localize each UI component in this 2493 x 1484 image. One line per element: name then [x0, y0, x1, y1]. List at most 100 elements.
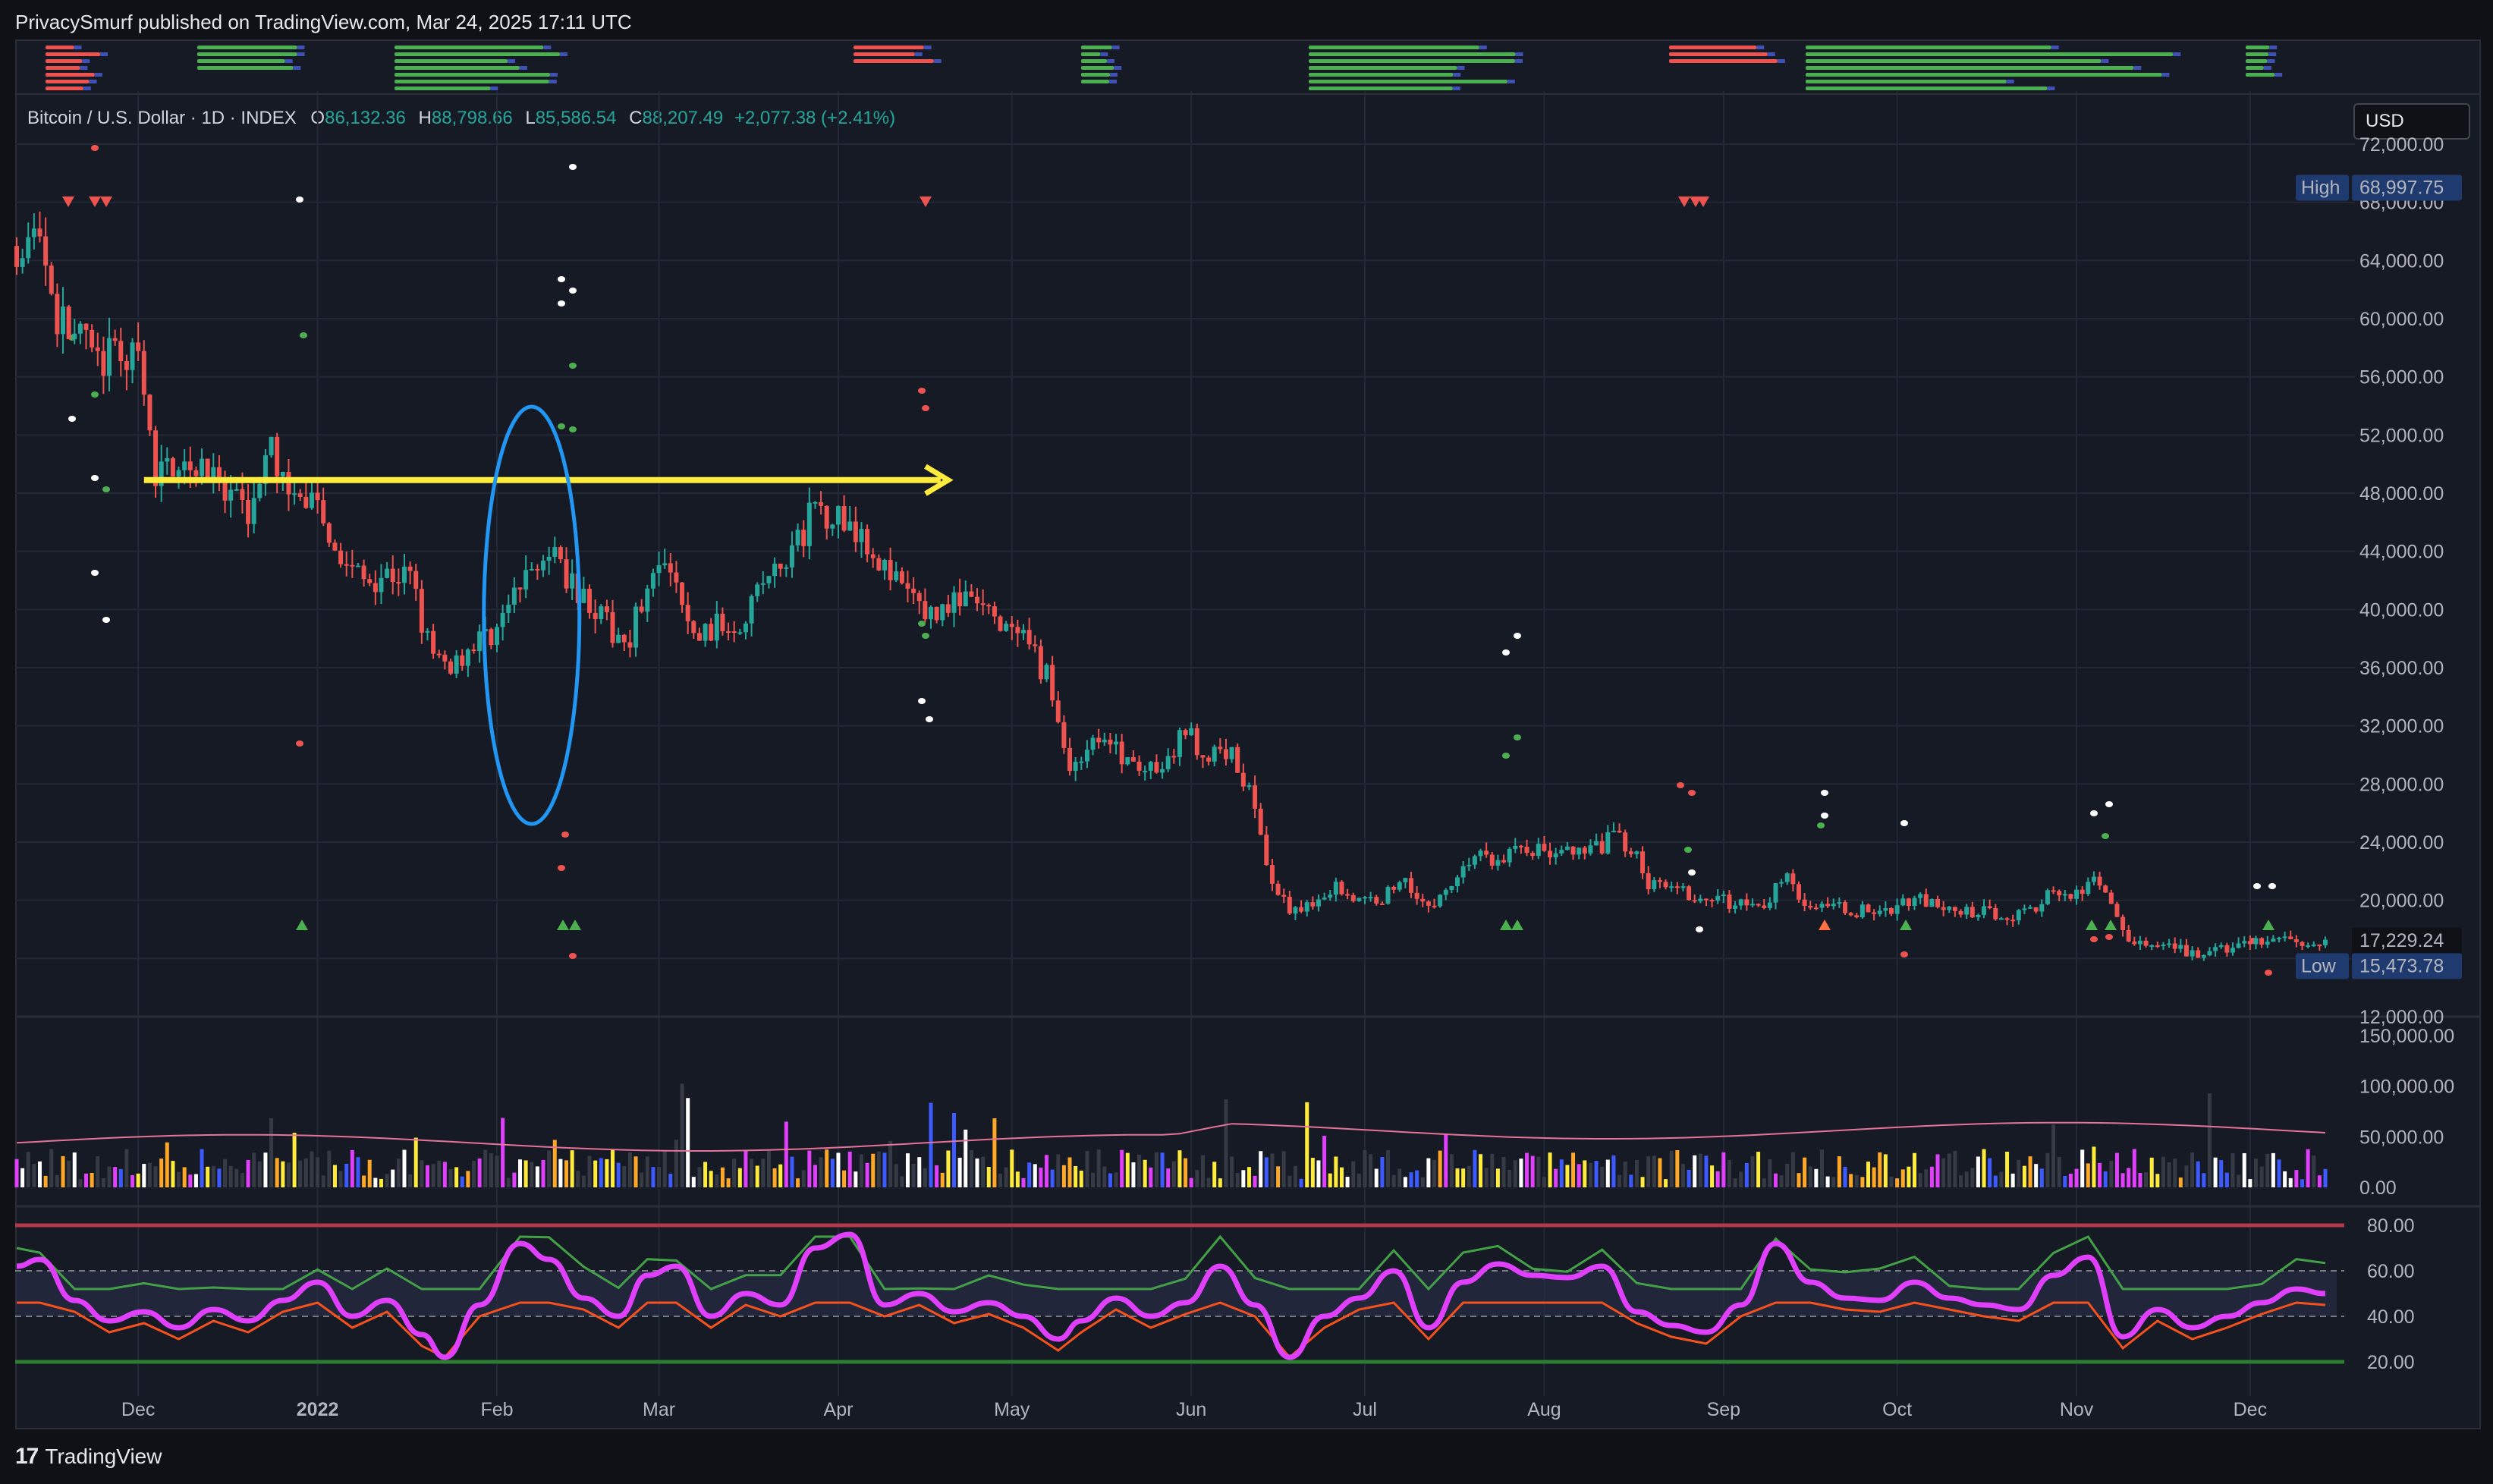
candle-body: [2196, 950, 2201, 958]
candle-body: [2016, 910, 2021, 921]
volume-bar: [2005, 1152, 2010, 1187]
volume-bar: [1490, 1153, 1495, 1187]
volume-bar: [1600, 1166, 1605, 1187]
candle-body: [541, 561, 546, 571]
strip-bar-tip: [2267, 59, 2275, 63]
volume-bar: [61, 1155, 65, 1187]
strip-bar-tip: [1107, 59, 1115, 63]
candle-body: [1269, 865, 1275, 884]
candle-body: [2010, 920, 2016, 922]
strip-bar: [854, 52, 915, 56]
candle-body: [1663, 882, 1668, 888]
volume-bar: [1507, 1169, 1512, 1187]
price-tick-label: 44,000.00: [2359, 542, 2444, 563]
volume-bar: [1218, 1178, 1222, 1187]
candle-body: [2271, 939, 2276, 942]
footer-brand[interactable]: 17 TradingView: [15, 1442, 162, 1472]
volume-bar: [1397, 1168, 1402, 1187]
volume-bar: [413, 1137, 418, 1187]
candle-body: [639, 606, 644, 612]
volume-bar: [1438, 1150, 1442, 1187]
volume-bar: [1189, 1177, 1193, 1187]
candle-body: [1703, 898, 1709, 901]
candle-body: [1460, 866, 1466, 878]
volume-bar: [1907, 1166, 1911, 1187]
strip-bar-tip: [94, 73, 102, 77]
volume-bar: [1212, 1162, 1217, 1187]
volume-bar: [1495, 1168, 1500, 1187]
volume-bar: [715, 1174, 719, 1187]
strip-bar: [46, 73, 95, 77]
volume-bar: [1583, 1160, 1587, 1187]
candle-body: [1524, 847, 1529, 854]
strip-bar-tip: [1515, 52, 1523, 56]
candle-body: [870, 554, 876, 558]
strip-bar-tip: [2173, 52, 2181, 56]
candle-body: [1391, 886, 1397, 890]
candle-body: [2282, 936, 2287, 939]
candle-body: [1409, 878, 1414, 893]
volume-bar: [90, 1172, 94, 1187]
candle-body: [656, 565, 662, 574]
candle-body: [1339, 882, 1344, 894]
candle-body: [1079, 761, 1084, 763]
candle-body: [1680, 886, 1686, 888]
candle-body: [1177, 730, 1182, 757]
signal-dot: [1502, 649, 1510, 656]
volume-bar: [726, 1178, 731, 1187]
candle-body: [558, 547, 563, 560]
strip-bar-tip: [2269, 46, 2278, 49]
candle-body: [819, 501, 824, 506]
candle-body: [1935, 899, 1941, 907]
candle-body: [61, 307, 66, 335]
candle-body: [1061, 722, 1067, 748]
candle-body: [1432, 905, 1437, 907]
volume-bar: [367, 1159, 372, 1187]
volume-bar: [1739, 1171, 1743, 1187]
candle-body: [2149, 945, 2155, 948]
up-triangle-marker: [2086, 920, 2098, 930]
candle-body: [1559, 850, 1564, 854]
volume-bar: [1577, 1164, 1581, 1187]
strip-bar: [1806, 80, 2007, 83]
candle-body: [1223, 749, 1228, 759]
volume-bar: [616, 1162, 621, 1187]
strip-bar-tip: [297, 52, 305, 56]
volume-bar: [1854, 1174, 1859, 1187]
volume-bar: [118, 1168, 123, 1187]
volume-bar: [2219, 1160, 2224, 1187]
candle-body: [766, 576, 772, 583]
chart-svg[interactable]: 72,000.0068,000.0064,000.0060,000.0056,0…: [0, 0, 2493, 1484]
rsi-pane: [15, 1223, 2344, 1364]
volume-bar: [923, 1168, 927, 1187]
candle-body: [182, 461, 187, 470]
strip-bar: [1806, 59, 2102, 63]
volume-bar: [1125, 1152, 1130, 1187]
volume-bar: [84, 1173, 89, 1187]
volume-bar: [674, 1140, 678, 1187]
volume-pane: [14, 1083, 2328, 1187]
volume-bar: [558, 1159, 563, 1187]
volume-bar: [1345, 1177, 1350, 1187]
candle-body: [806, 502, 812, 546]
candle-body: [1472, 856, 1477, 865]
volume-bar: [587, 1155, 592, 1187]
candle-body: [1368, 897, 1373, 899]
candle-body: [633, 606, 639, 648]
candle-body: [1518, 845, 1523, 847]
candle-body: [228, 489, 234, 501]
volume-bar: [1964, 1171, 1969, 1187]
volume-bar: [1988, 1158, 1992, 1187]
volume-bar: [1276, 1166, 1281, 1187]
time-tick-label: Dec: [121, 1399, 155, 1420]
candle-body: [1328, 894, 1333, 898]
volume-bar: [1513, 1160, 1517, 1187]
volume-bar: [1455, 1168, 1460, 1187]
candle-body: [2323, 939, 2328, 945]
candle-body: [2086, 882, 2091, 894]
candle-body: [830, 524, 835, 529]
volume-bar: [1640, 1177, 1645, 1187]
volume-bar: [865, 1162, 869, 1187]
volume-bar: [124, 1149, 129, 1187]
signal-dot: [91, 570, 99, 576]
